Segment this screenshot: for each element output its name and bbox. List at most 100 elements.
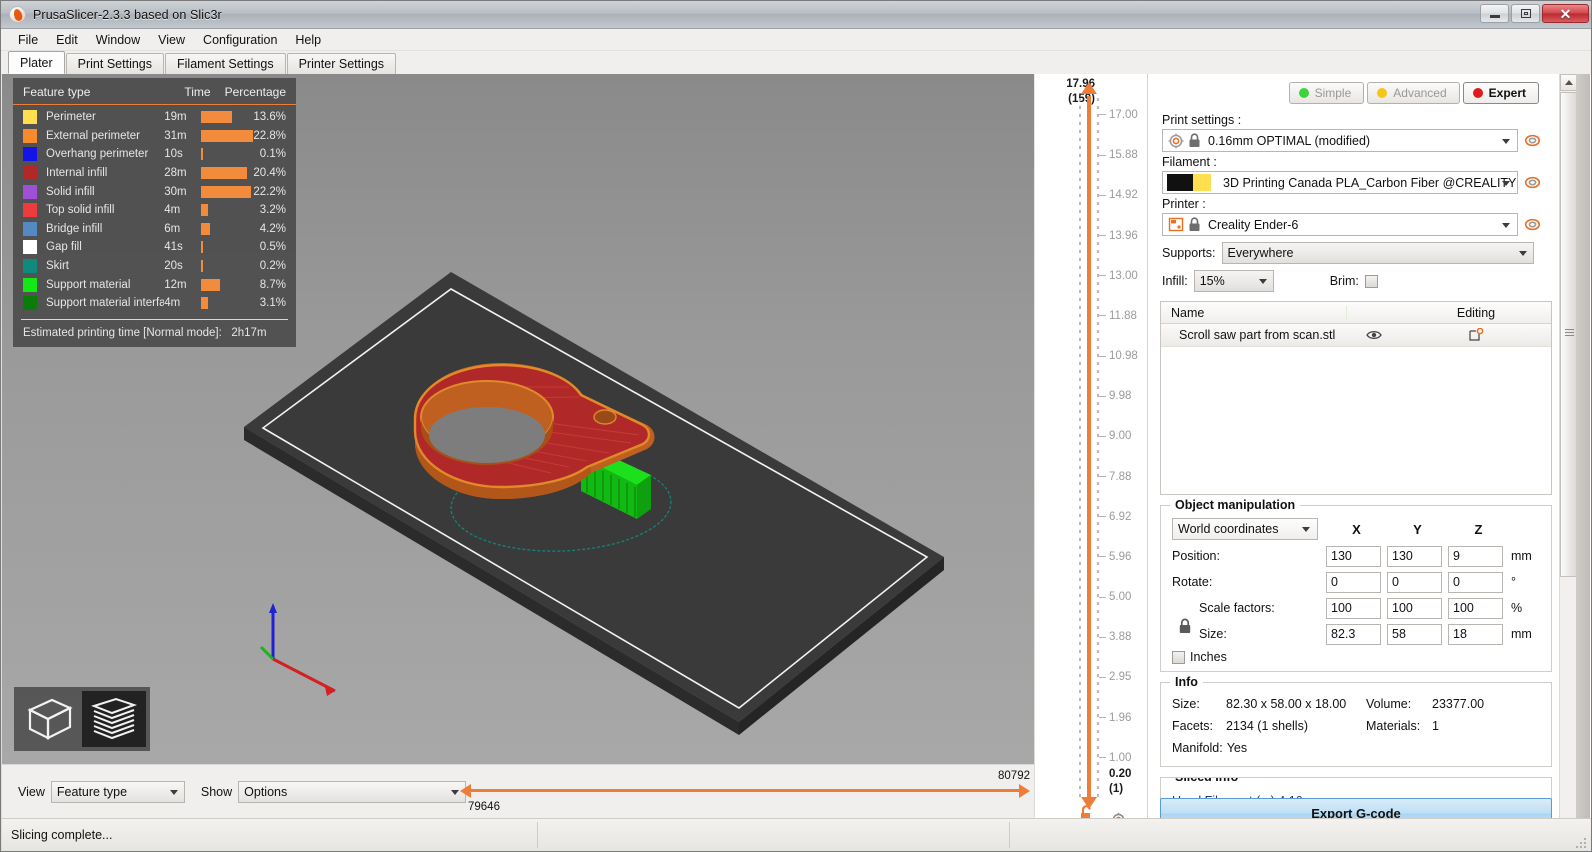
3d-viewport[interactable]: Feature type Time Percentage Perimeter 19…	[2, 74, 1034, 764]
uniform-scale-lock-icon[interactable]	[1178, 618, 1192, 634]
layer-slider-bottom-value: 0.20	[1109, 768, 1132, 780]
layer-slider-tick-label: 13.00	[1099, 270, 1138, 282]
object-rotate-z-input[interactable]: 0	[1448, 571, 1503, 593]
infill-combo[interactable]: 15%	[1193, 270, 1274, 292]
print-settings-gear-icon[interactable]	[1521, 130, 1543, 152]
legend-row[interactable]: Support material interface4m 3.1%	[13, 294, 296, 313]
mode-simple-button[interactable]: Simple	[1288, 82, 1365, 104]
legend-percentage-value: 22.2%	[253, 185, 286, 198]
supports-combo[interactable]: Everywhere	[1221, 242, 1534, 264]
legend-row[interactable]: Support material 12m 8.7%	[13, 275, 296, 294]
object-position-z-input[interactable]: 9	[1448, 545, 1503, 567]
editor-view-button[interactable]	[18, 691, 82, 747]
status-separator-1	[537, 822, 538, 848]
filament-gear-icon[interactable]	[1521, 172, 1543, 194]
object-scalefactors-y-input[interactable]: 100	[1387, 597, 1442, 619]
layer-slider-tick-label: 6.92	[1099, 511, 1131, 523]
object-list-row[interactable]: Scroll saw part from scan.stl	[1161, 324, 1551, 347]
scroll-up-button[interactable]	[1560, 74, 1577, 91]
object-size-y-input[interactable]: 58	[1387, 623, 1442, 645]
menu-configuration[interactable]: Configuration	[194, 31, 286, 49]
moves-slider[interactable]: 80792 79646	[460, 770, 1030, 819]
legend-row[interactable]: Perimeter 19m 13.6%	[13, 108, 296, 127]
moves-slider-track[interactable]	[470, 789, 1020, 792]
sidebar-scrollbar[interactable]	[1559, 74, 1577, 837]
layer-slider-tick-label: 1.96	[1099, 712, 1131, 724]
view-type-combo[interactable]: Feature type	[50, 780, 185, 803]
legend-row[interactable]: Bridge infill 6m 4.2%	[13, 220, 296, 239]
legend-feature-time: 41s	[164, 241, 183, 254]
filament-value: 3D Printing Canada PLA_Carbon Fiber @CRE…	[1223, 175, 1517, 190]
brim-checkbox[interactable]	[1364, 274, 1378, 288]
legend-row[interactable]: External perimeter 31m 22.8%	[13, 127, 296, 146]
moves-slider-right-handle[interactable]	[1019, 784, 1030, 798]
legend-rows: Perimeter 19m 13.6% External perimeter 31m 22…	[13, 105, 296, 315]
object-size-x-input[interactable]: 82.3	[1326, 623, 1381, 645]
legend-color-swatch	[23, 296, 37, 311]
legend-feature-name: Bridge infill	[46, 222, 103, 235]
legend-row[interactable]: Solid infill 30m 22.2%	[13, 182, 296, 201]
layer-slider-tick-label: 5.96	[1099, 551, 1131, 563]
legend-percentage-value: 3.2%	[259, 204, 286, 217]
preview-view-button[interactable]	[82, 691, 146, 747]
chevron-down-icon	[169, 789, 178, 795]
legend-feature-name: Internal infill	[46, 167, 108, 180]
printer-gear-icon[interactable]	[1521, 214, 1543, 236]
object-manipulation-row: Position: 130 130 9 mm	[1161, 543, 1551, 569]
menu-window[interactable]: Window	[87, 31, 149, 49]
object-position-x-input[interactable]: 130	[1326, 545, 1381, 567]
menu-help[interactable]: Help	[286, 31, 330, 49]
tab-filament-settings[interactable]: Filament Settings	[165, 53, 286, 74]
legend-color-swatch	[23, 147, 37, 162]
filament-combo[interactable]: 3D Printing Canada PLA_Carbon Fiber @CRE…	[1162, 171, 1518, 194]
legend-feature-name: Overhang perimeter	[46, 148, 149, 161]
object-scalefactors-x-input[interactable]: 100	[1326, 597, 1381, 619]
object-edit-button[interactable]	[1401, 328, 1551, 342]
legend-row[interactable]: Internal infill 28m 20.4%	[13, 164, 296, 183]
mode-expert-button[interactable]: Expert	[1462, 82, 1539, 104]
object-size-z-input[interactable]: 18	[1448, 623, 1503, 645]
minimize-button[interactable]	[1480, 4, 1509, 23]
object-position-y-input[interactable]: 130	[1387, 545, 1442, 567]
layer-slider[interactable]: 17.96 (159) 17.00 15.88 14.92 13.96 13.00 11.…	[1035, 74, 1147, 837]
show-label: Show	[200, 784, 233, 799]
maximize-button[interactable]	[1511, 4, 1540, 23]
resize-grip[interactable]	[1576, 836, 1588, 848]
object-scalefactors-z-input[interactable]: 100	[1448, 597, 1503, 619]
legend-row[interactable]: Overhang perimeter 10s 0.1%	[13, 145, 296, 164]
legend-row[interactable]: Skirt 20s 0.2%	[13, 257, 296, 276]
legend-feature-time: 19m	[164, 111, 187, 124]
inches-checkbox[interactable]	[1172, 650, 1185, 664]
edit-object-icon	[1469, 328, 1484, 341]
layer-slider-tick-label: 5.00	[1099, 591, 1131, 603]
tab-plater[interactable]: Plater	[8, 51, 65, 74]
tab-printer-settings[interactable]: Printer Settings	[286, 53, 397, 74]
legend-color-swatch	[23, 221, 37, 236]
legend-color-swatch	[23, 128, 37, 143]
supports-value: Everywhere	[1227, 246, 1294, 260]
object-rotate-y-input[interactable]: 0	[1387, 571, 1442, 593]
legend-percentage-value: 0.2%	[259, 260, 286, 273]
legend-row[interactable]: Top solid infill 4m 3.2%	[13, 201, 296, 220]
tab-print-settings[interactable]: Print Settings	[65, 53, 164, 74]
info-volume-label: Volume:	[1366, 697, 1412, 711]
printer-row: Creality Ender-6	[1148, 213, 1547, 236]
coordinate-space-combo[interactable]: World coordinates	[1172, 518, 1318, 540]
legend-row[interactable]: Gap fill 41s 0.5%	[13, 238, 296, 257]
scrollbar-thumb[interactable]	[1560, 92, 1577, 577]
object-rotate-x-input[interactable]: 0	[1326, 571, 1381, 593]
object-visibility-toggle[interactable]	[1347, 329, 1401, 341]
menu-view[interactable]: View	[149, 31, 194, 49]
close-button[interactable]: ✕	[1542, 4, 1589, 23]
menu-edit[interactable]: Edit	[47, 31, 87, 49]
print-settings-combo[interactable]: 0.16mm OPTIMAL (modified)	[1162, 129, 1518, 152]
legend-percentage-bar	[200, 278, 248, 291]
show-options-combo[interactable]: Options	[238, 780, 467, 803]
chevron-down-icon	[1502, 138, 1510, 144]
show-options-value: Options	[244, 784, 288, 799]
mode-advanced-button[interactable]: Advanced	[1367, 82, 1460, 104]
prusaslicer-window: PrusaSlicer-2.3.3 based on Slic3r ✕ File…	[0, 0, 1592, 852]
menu-file[interactable]: File	[9, 31, 47, 49]
printer-combo[interactable]: Creality Ender-6	[1162, 213, 1518, 236]
eye-icon	[1366, 330, 1382, 340]
